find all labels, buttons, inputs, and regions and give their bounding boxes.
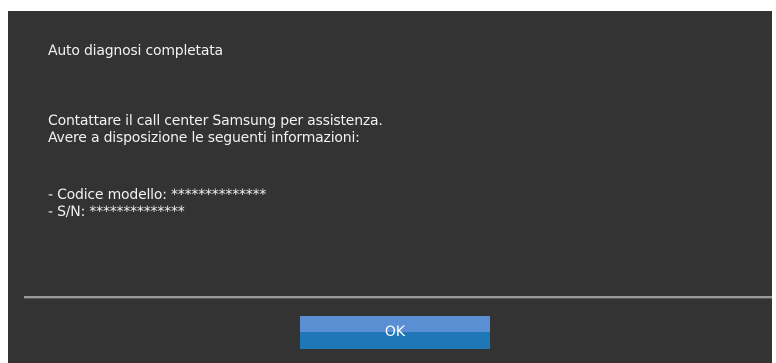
model-code-line: - Codice modello: ************** — [48, 187, 267, 203]
message-line-info-required: Avere a disposizione le seguenti informa… — [48, 130, 360, 146]
dialog-title: Auto diagnosi completata — [48, 43, 223, 59]
dialog-divider — [24, 296, 772, 299]
self-diagnosis-dialog: Auto diagnosi completata Contattare il c… — [8, 11, 772, 363]
dialog-message: Contattare il call center Samsung per as… — [48, 113, 383, 147]
device-info: - Codice modello: ************** - S/N: … — [48, 187, 266, 221]
serial-number-line: - S/N: ************** — [48, 204, 185, 220]
message-line-contact: Contattare il call center Samsung per as… — [48, 113, 383, 129]
ok-button[interactable]: OK — [300, 316, 490, 349]
